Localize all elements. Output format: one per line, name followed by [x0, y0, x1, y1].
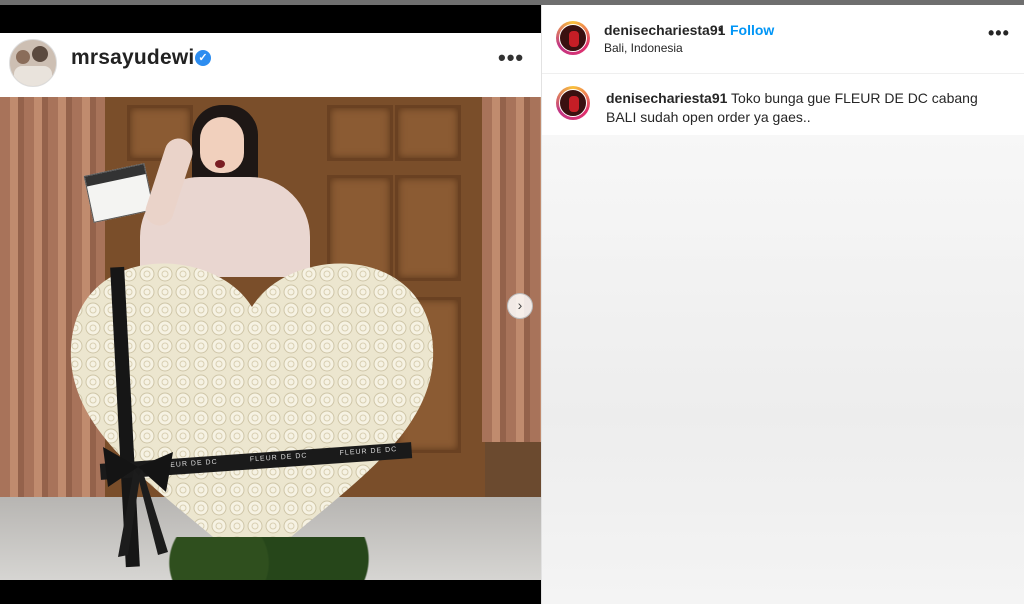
location-link[interactable]: Bali, Indonesia [604, 41, 683, 55]
post-detail-header: denisechariesta91 • Follow Bali, Indones… [542, 5, 1024, 74]
dot-separator: • [718, 21, 723, 37]
post-header: mrsayudewi ✓ ••• [0, 33, 541, 97]
avatar[interactable] [9, 39, 57, 87]
more-options-icon[interactable]: ••• [498, 45, 524, 71]
more-options-icon[interactable]: ••• [988, 23, 1010, 44]
woman-mouth [215, 160, 225, 168]
comments-area [542, 135, 1024, 604]
header-username[interactable]: denisechariesta91 [604, 22, 725, 38]
post-username[interactable]: mrsayudewi [71, 46, 194, 70]
verified-badge-icon: ✓ [195, 50, 211, 66]
post-caption: denisechariesta91 Toko bunga gue FLEUR D… [606, 89, 1006, 127]
follow-button[interactable]: Follow [730, 22, 774, 38]
chevron-right-icon[interactable]: › [507, 293, 533, 319]
curtain-right [482, 97, 541, 442]
reposted-post: mrsayudewi ✓ ••• FLEUR DE DC FLEUR DE DC… [0, 5, 541, 604]
post-top-bar [0, 5, 541, 33]
ribbon-text: FLEUR DE DC [249, 452, 308, 464]
story-avatar[interactable] [556, 21, 590, 55]
green-plants [150, 537, 380, 580]
post-photo[interactable]: FLEUR DE DC FLEUR DE DC FLEUR DE DC › [0, 97, 541, 580]
caption-avatar[interactable] [556, 86, 590, 120]
caption-username[interactable]: denisechariesta91 [606, 90, 727, 106]
post-detail-panel: denisechariesta91 • Follow Bali, Indones… [541, 5, 1024, 604]
ribbon-text: FLEUR DE DC [339, 446, 398, 458]
